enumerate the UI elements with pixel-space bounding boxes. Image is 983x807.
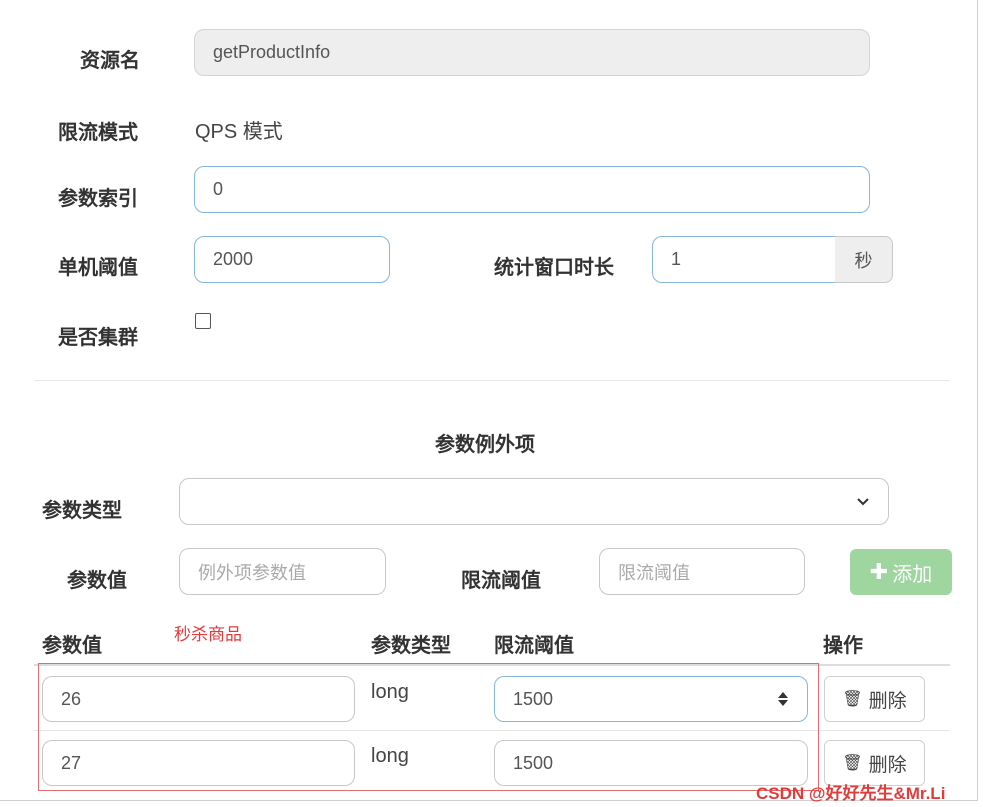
add-button-label: 添加 xyxy=(892,563,933,586)
window-value: 1 xyxy=(671,249,682,269)
threshold-input[interactable]: 2000 xyxy=(194,236,390,283)
param-index-label: 参数索引 xyxy=(58,188,138,210)
annotation-text: 秒杀商品 xyxy=(174,625,242,644)
row1-delete-button[interactable]: 🗑 删除 xyxy=(824,676,925,722)
cluster-label: 是否集群 xyxy=(58,327,138,349)
param-index-input[interactable]: 0 xyxy=(194,166,870,213)
limit-label: 限流阈值 xyxy=(461,570,541,592)
exceptions-title: 参数例外项 xyxy=(435,434,535,456)
cluster-checkbox[interactable] xyxy=(195,313,211,329)
resource-label: 资源名 xyxy=(80,50,140,72)
threshold-label: 单机阈值 xyxy=(58,257,138,279)
window-input[interactable]: 1 xyxy=(652,236,836,283)
window-unit-addon: 秒 xyxy=(835,236,893,283)
mode-value: QPS 模式 xyxy=(195,121,283,143)
chevron-down-icon xyxy=(857,497,869,505)
mode-label: 限流模式 xyxy=(58,122,138,144)
param-type-label: 参数类型 xyxy=(42,500,122,522)
th-param-type: 参数类型 xyxy=(371,635,451,657)
th-action: 操作 xyxy=(823,635,863,657)
param-type-select[interactable] xyxy=(179,478,889,525)
param-value-label: 参数值 xyxy=(67,570,127,592)
section-divider xyxy=(34,380,950,381)
param-value-input[interactable]: 例外项参数值 xyxy=(179,548,386,595)
watermark-text: CSDN @好好先生&Mr.Li xyxy=(756,784,946,803)
resource-input: getProductInfo xyxy=(194,29,870,76)
highlight-box xyxy=(38,663,819,791)
row1-delete-label: 删除 xyxy=(868,690,907,712)
param-index-value: 0 xyxy=(213,179,224,199)
window-unit: 秒 xyxy=(854,250,873,271)
trash-icon: 🗑 xyxy=(842,691,863,708)
resource-value: getProductInfo xyxy=(213,42,331,62)
limit-placeholder: 限流阈值 xyxy=(618,562,690,583)
window-label: 统计窗口时长 xyxy=(494,257,614,279)
limit-input[interactable]: 限流阈值 xyxy=(599,548,805,595)
add-button[interactable]: ✚ 添加 xyxy=(850,549,952,595)
row2-delete-label: 删除 xyxy=(868,754,907,776)
trash-icon: 🗑 xyxy=(842,755,863,772)
th-limit: 限流阈值 xyxy=(494,635,574,657)
threshold-value: 2000 xyxy=(213,249,254,269)
plus-icon: ✚ xyxy=(869,559,889,584)
th-param-value: 参数值 xyxy=(42,635,102,657)
param-value-placeholder: 例外项参数值 xyxy=(198,562,306,583)
